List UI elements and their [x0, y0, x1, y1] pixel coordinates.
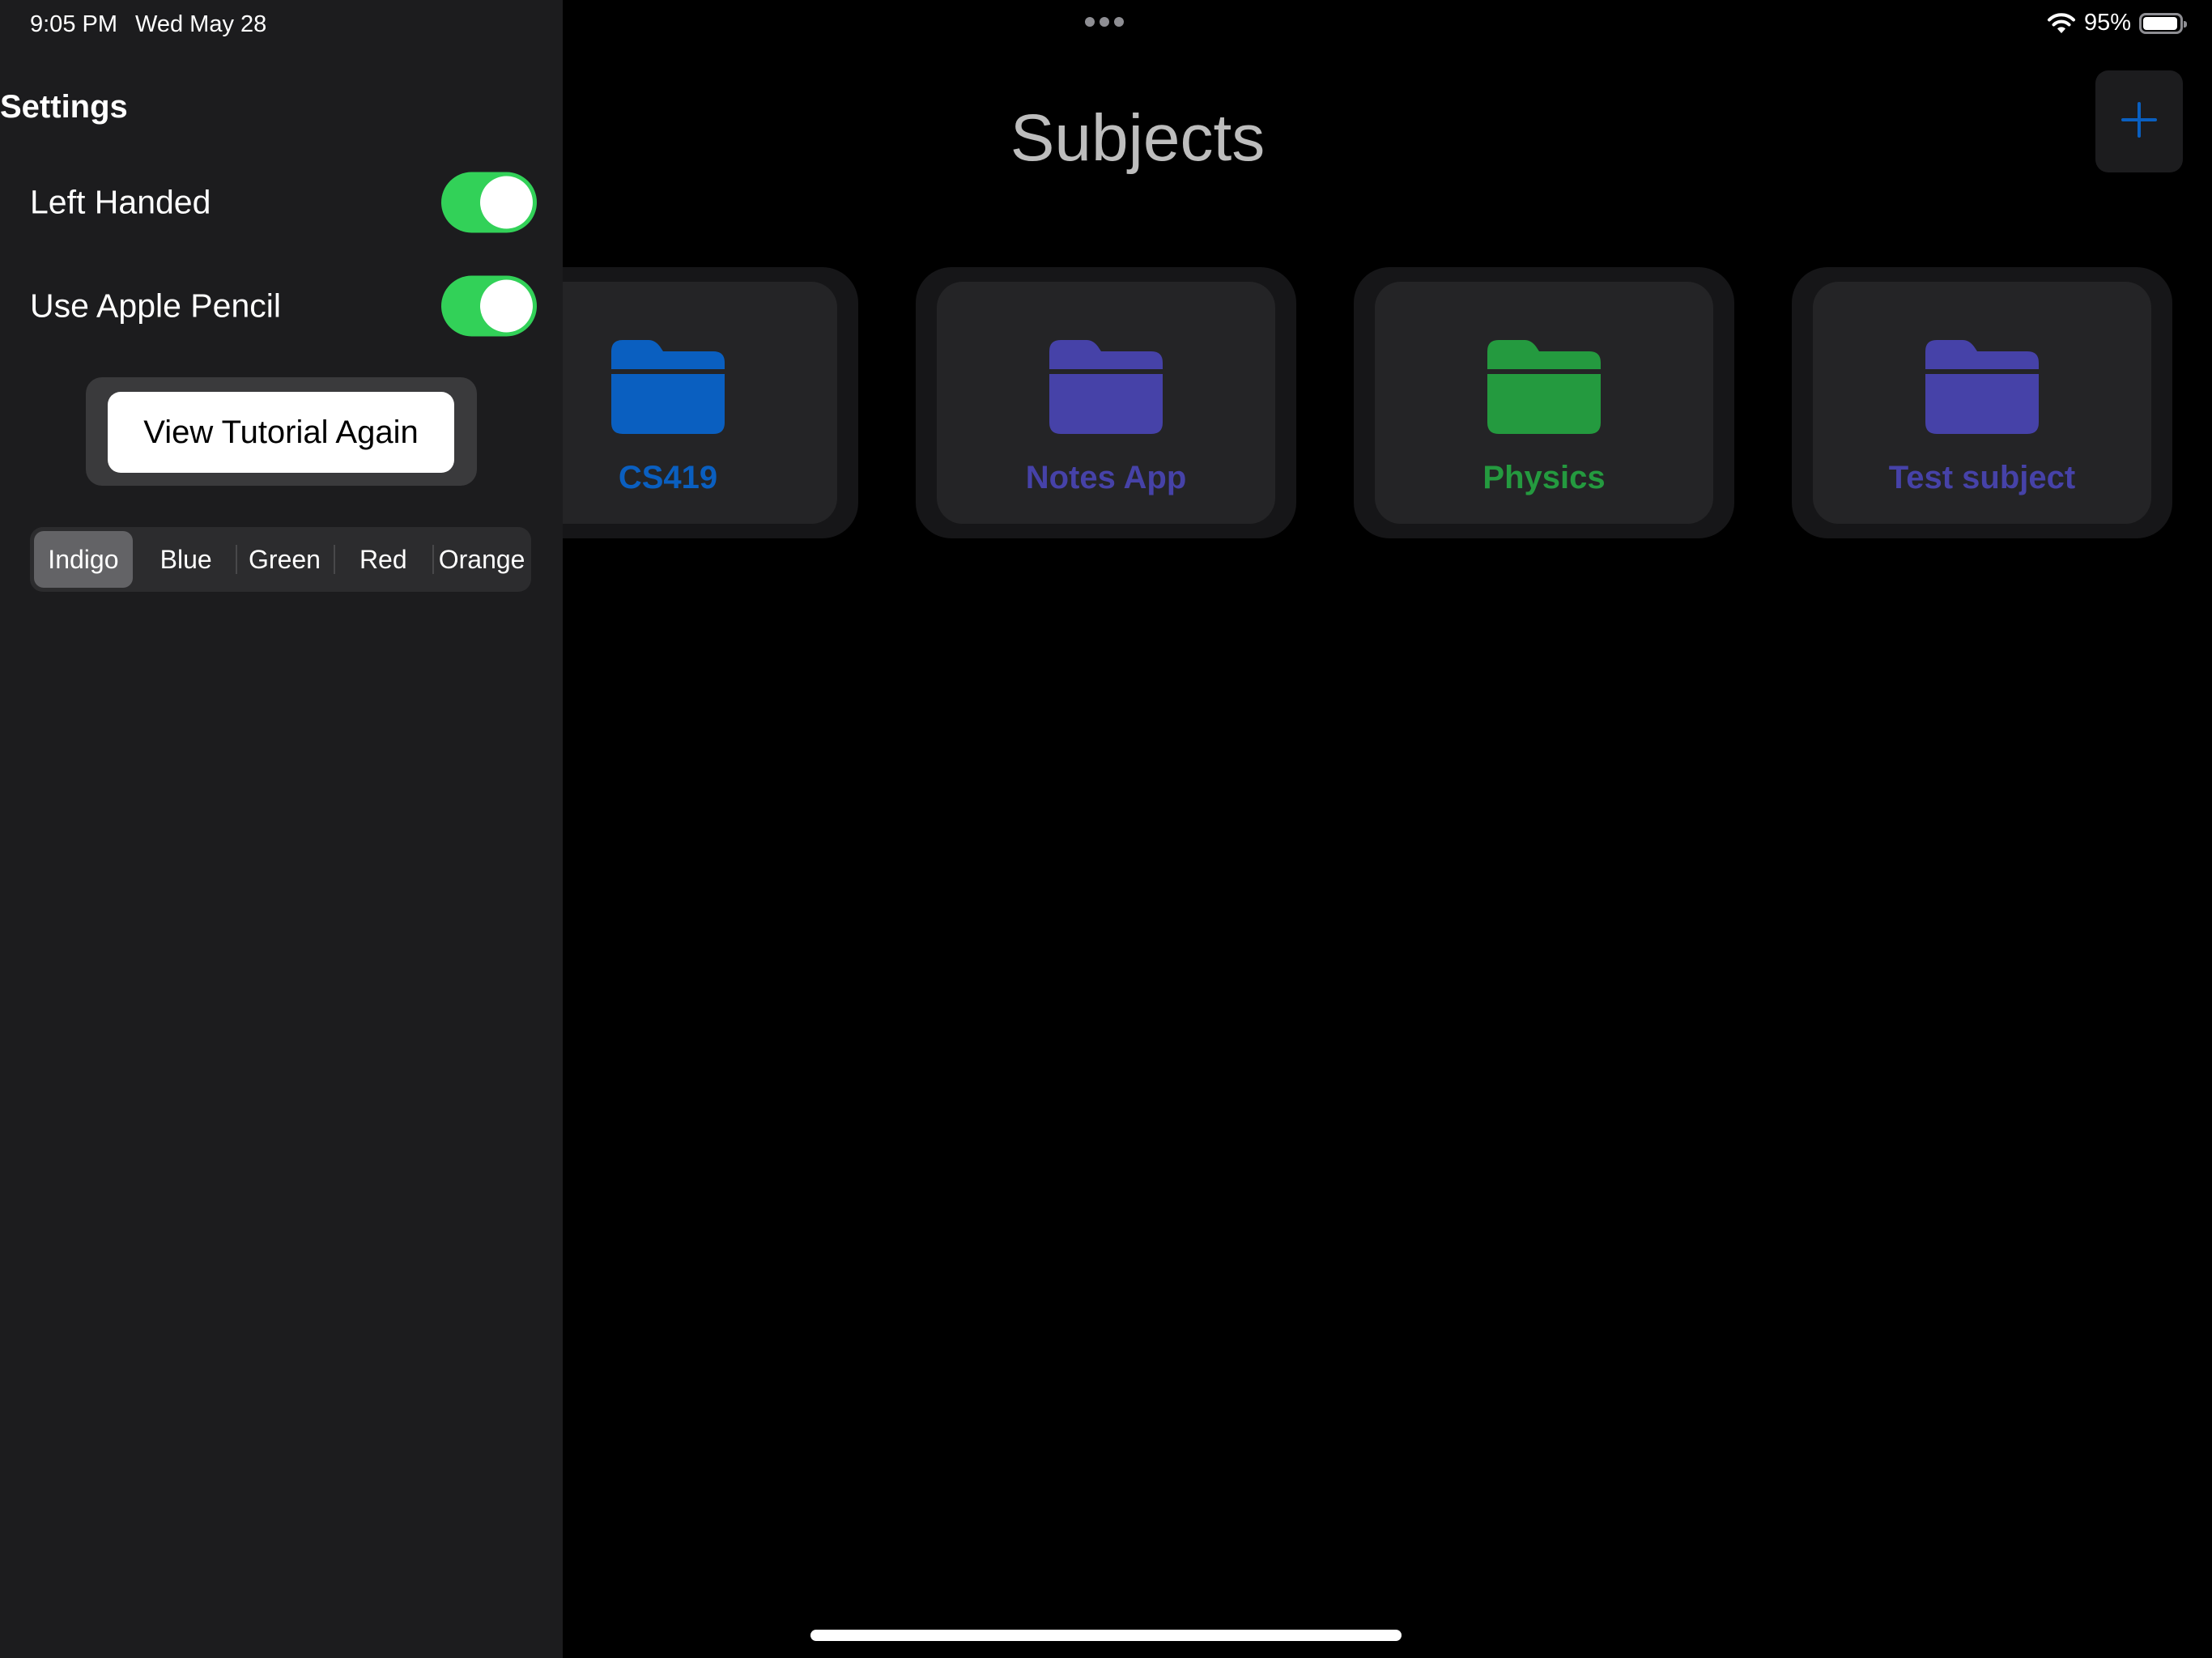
- plus-icon: [2121, 101, 2158, 142]
- color-option-red[interactable]: Red: [334, 527, 432, 592]
- tutorial-button-container: View Tutorial Again: [86, 377, 477, 486]
- folder-icon: [1487, 338, 1601, 434]
- apple-pencil-label: Use Apple Pencil: [30, 287, 281, 325]
- folder-icon: [611, 338, 725, 434]
- multitasking-dots-icon[interactable]: [1085, 17, 1124, 27]
- screen: 95% Subjects CS419 Notes App Physics Tes…: [0, 0, 2212, 1658]
- left-handed-label: Left Handed: [30, 183, 211, 221]
- status-time: 9:05 PM: [30, 11, 117, 37]
- status-bar-left: 9:05 PM Wed May 28: [30, 11, 266, 38]
- folder-icon: [1049, 338, 1163, 434]
- subject-card[interactable]: Test subject: [1792, 267, 2172, 538]
- wifi-icon: [2047, 12, 2076, 35]
- status-bar-right: 95%: [2047, 10, 2187, 36]
- subject-card[interactable]: Physics: [1354, 267, 1734, 538]
- subject-name: Test subject: [1888, 460, 2076, 495]
- color-segmented-control: Indigo Blue Green Red Orange: [30, 527, 531, 592]
- color-option-green[interactable]: Green: [235, 527, 334, 592]
- subject-name: Notes App: [1025, 460, 1187, 495]
- color-option-indigo[interactable]: Indigo: [34, 531, 133, 588]
- color-option-blue[interactable]: Blue: [137, 527, 236, 592]
- apple-pencil-toggle[interactable]: [441, 275, 537, 337]
- view-tutorial-button[interactable]: View Tutorial Again: [108, 392, 454, 473]
- add-subject-button[interactable]: [2095, 70, 2183, 172]
- home-indicator[interactable]: [810, 1630, 1402, 1641]
- left-handed-toggle[interactable]: [441, 172, 537, 233]
- settings-title: Settings: [0, 89, 128, 125]
- battery-icon: [2139, 12, 2187, 34]
- battery-percent: 95%: [2083, 10, 2131, 36]
- color-option-orange[interactable]: Orange: [432, 527, 531, 592]
- folder-icon: [1925, 338, 2039, 434]
- apple-pencil-row: Use Apple Pencil: [30, 274, 537, 338]
- status-date: Wed May 28: [135, 11, 267, 37]
- settings-sidebar: 9:05 PM Wed May 28 Settings Left Handed U…: [0, 0, 563, 1658]
- page-title: Subjects: [1010, 101, 1266, 175]
- subject-card[interactable]: Notes App: [916, 267, 1296, 538]
- subject-name: Physics: [1482, 460, 1606, 495]
- left-handed-row: Left Handed: [30, 170, 537, 235]
